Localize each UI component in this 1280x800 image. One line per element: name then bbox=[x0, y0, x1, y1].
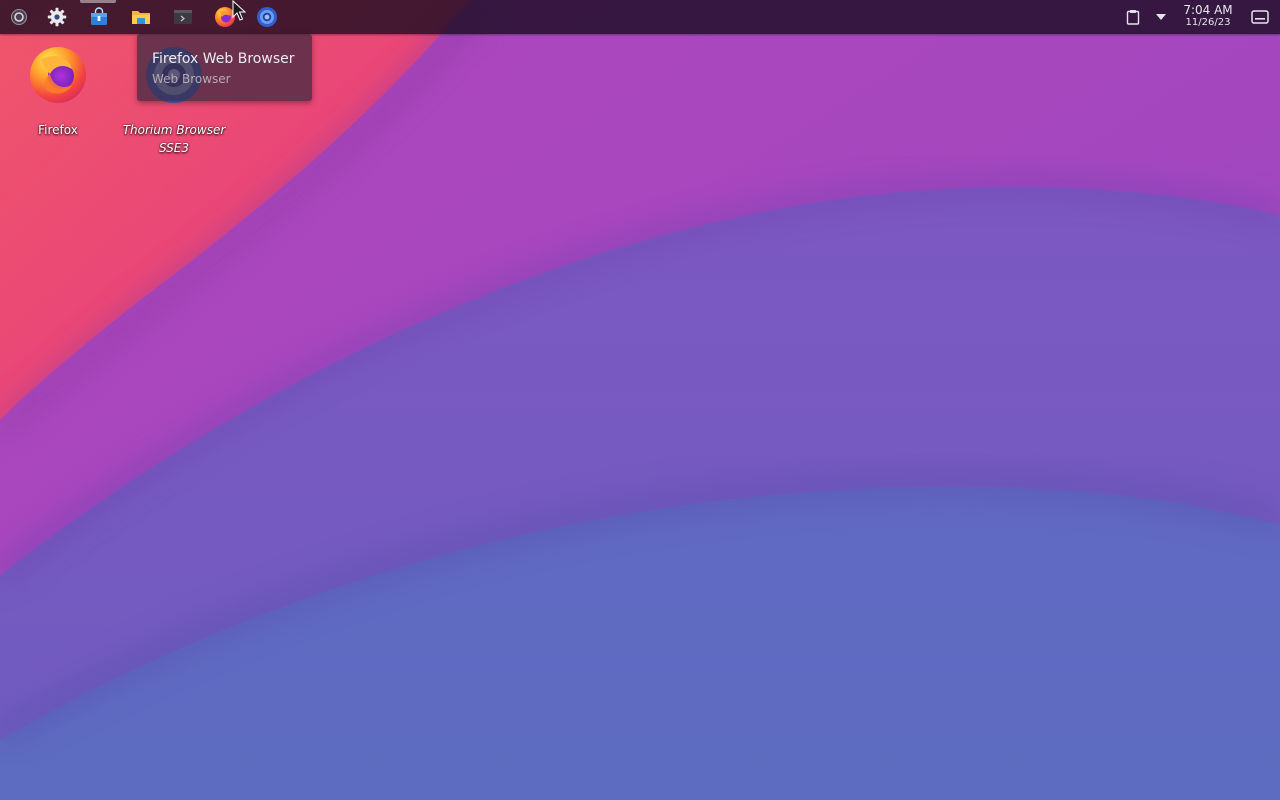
desktop-icon-firefox[interactable]: Firefox bbox=[0, 45, 116, 139]
launcher-tooltip: Firefox Web Browser Web Browser bbox=[137, 34, 312, 101]
top-panel: 7:04 AM 11/26/23 bbox=[0, 0, 1280, 34]
desktop-icon-label: Firefox bbox=[38, 123, 78, 137]
store-launcher[interactable] bbox=[80, 0, 118, 34]
mouse-cursor-icon bbox=[232, 0, 246, 21]
clock-time: 7:04 AM bbox=[1183, 3, 1233, 17]
show-desktop-button[interactable] bbox=[1248, 0, 1272, 34]
app-menu-button[interactable] bbox=[0, 0, 38, 34]
thorium-launcher[interactable] bbox=[248, 0, 286, 34]
gear-icon bbox=[47, 7, 67, 27]
tooltip-subtitle: Web Browser bbox=[152, 72, 231, 86]
firefox-icon bbox=[30, 47, 86, 103]
thorium-icon bbox=[257, 7, 277, 27]
desktop[interactable]: 7:04 AM 11/26/23 Firefox Thorium Browser… bbox=[0, 0, 1280, 800]
folder-icon bbox=[132, 11, 150, 24]
clipboard-icon bbox=[1126, 10, 1140, 25]
store-bag-icon bbox=[91, 7, 107, 25]
clipboard-button[interactable] bbox=[1122, 0, 1144, 34]
tray-expand-button[interactable] bbox=[1150, 0, 1172, 34]
show-desktop-icon bbox=[1251, 10, 1269, 24]
terminal-launcher[interactable] bbox=[164, 0, 202, 34]
clock-date: 11/26/23 bbox=[1185, 17, 1231, 28]
file-manager-launcher[interactable] bbox=[122, 0, 160, 34]
tooltip-title: Firefox Web Browser bbox=[152, 51, 295, 67]
terminal-icon bbox=[174, 10, 192, 24]
desktop-icon-label-line1: Thorium Browser bbox=[122, 123, 226, 137]
desktop-icon-label-line2: SSE3 bbox=[158, 141, 190, 155]
app-menu-icon bbox=[11, 9, 27, 25]
desktop-icon-label: Thorium Browser SSE3 bbox=[116, 121, 232, 157]
settings-launcher[interactable] bbox=[38, 0, 76, 34]
digital-clock[interactable]: 7:04 AM 11/26/23 bbox=[1180, 4, 1236, 32]
caret-down-icon bbox=[1156, 14, 1166, 20]
